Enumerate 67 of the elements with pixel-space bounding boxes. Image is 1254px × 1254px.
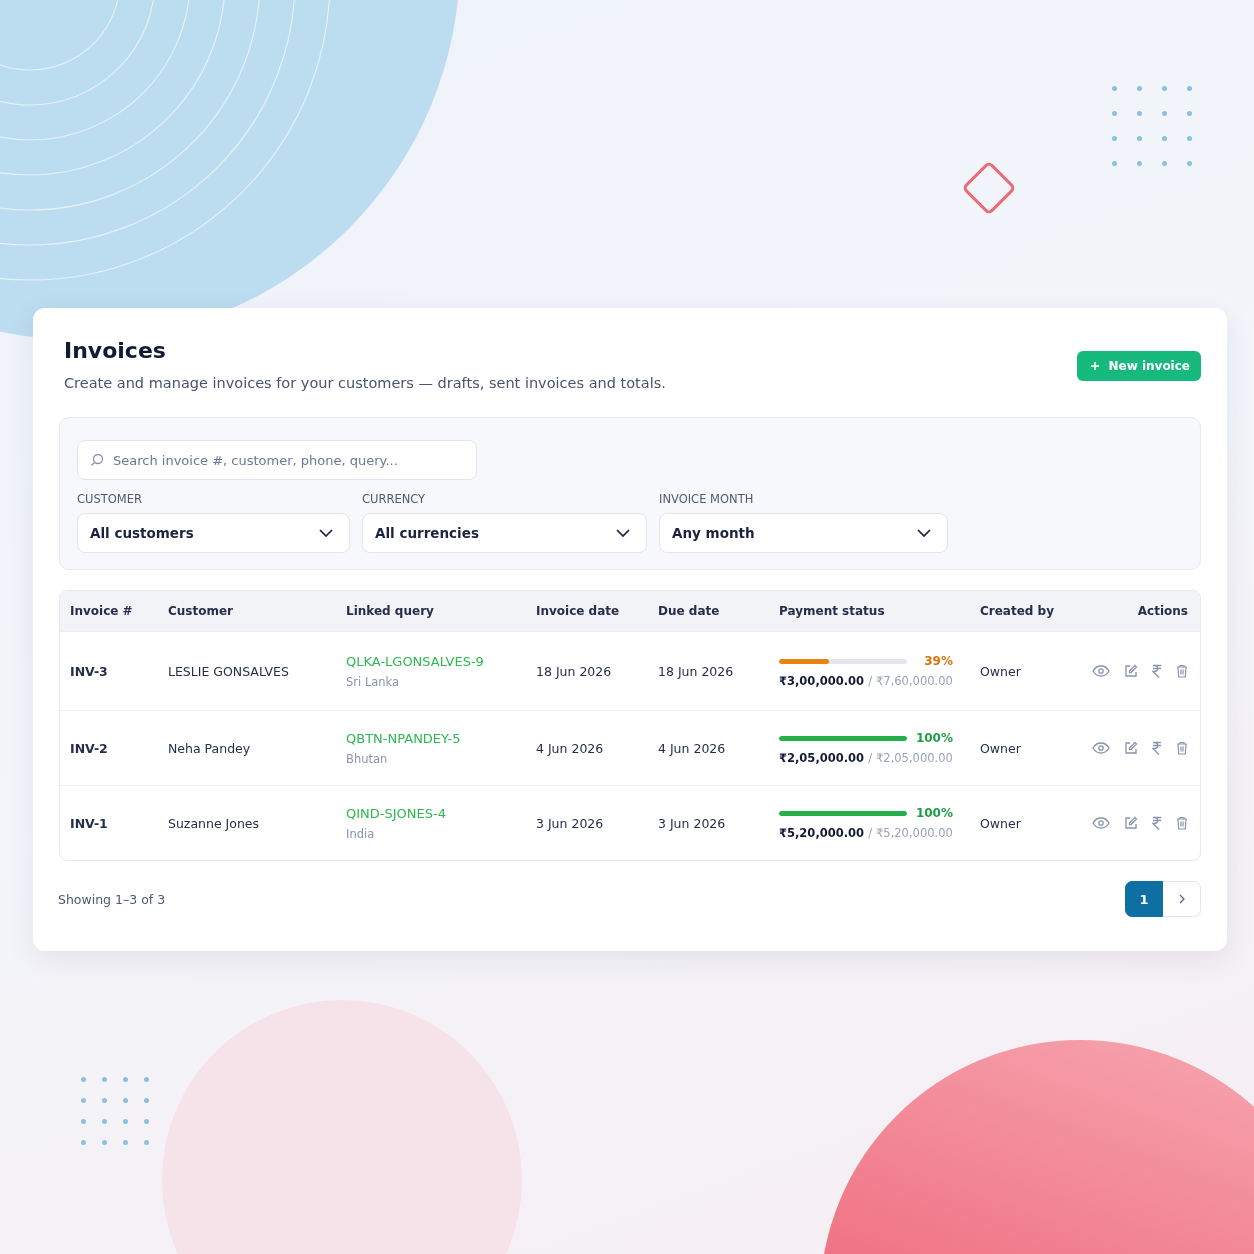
created-by: Owner <box>980 663 1022 679</box>
column-header: Invoice date <box>536 604 621 618</box>
page-button[interactable]: 1 <box>1125 881 1163 917</box>
results-count: Showing 1–3 of 3 <box>58 891 166 907</box>
edit-icon[interactable] <box>1124 664 1138 678</box>
view-icon[interactable] <box>1092 742 1110 754</box>
column-header: Payment status <box>779 604 886 618</box>
customer-name: Suzanne Jones <box>168 815 261 831</box>
amount-separator: / <box>868 826 872 840</box>
amount-separator: / <box>868 751 872 765</box>
invoice-number: INV-2 <box>70 740 109 756</box>
dot-grid-drawing <box>81 1077 149 1145</box>
total-amount: ₹5,20,000.00 <box>876 826 953 840</box>
search-field[interactable]: Search invoice #, customer, phone, query... <box>77 440 477 480</box>
edit-icon[interactable] <box>1124 741 1138 755</box>
plus-icon <box>1090 361 1101 371</box>
rupee-icon[interactable] <box>1152 741 1162 755</box>
customer-name: LESLIE GONSALVES <box>168 663 290 679</box>
filter-label: INVOICE MONTH <box>659 492 755 506</box>
payment-percent: 39% <box>924 654 953 668</box>
invoice-number: INV-3 <box>70 663 109 679</box>
due-date: 4 Jun 2026 <box>658 740 727 756</box>
filter-dropdown[interactable]: Any month <box>659 513 948 553</box>
country-text: Bhutan <box>346 751 389 766</box>
trash-icon[interactable] <box>1176 741 1188 755</box>
invoice-date: 4 Jun 2026 <box>536 740 605 756</box>
view-icon[interactable] <box>1092 665 1110 677</box>
column-header: Actions <box>1136 604 1188 618</box>
filter-label: CURRENCY <box>362 492 427 506</box>
rupee-icon[interactable] <box>1152 816 1162 830</box>
filter-dropdown[interactable]: All currencies <box>362 513 647 553</box>
total-amount: ₹2,05,000.00 <box>876 751 953 765</box>
paid-amount: ₹3,00,000.00 <box>779 674 865 688</box>
trash-icon[interactable] <box>1176 816 1188 830</box>
filter-dropdown[interactable]: All customers <box>77 513 350 553</box>
column-header: Invoice # <box>70 604 134 618</box>
rupee-icon[interactable] <box>1152 664 1162 678</box>
chevron-down-icon <box>917 529 931 537</box>
paid-amount: ₹5,20,000.00 <box>779 826 865 840</box>
chevron-down-icon <box>616 529 630 537</box>
column-header: Customer <box>168 604 235 618</box>
country-text: Sri Lanka <box>346 674 401 689</box>
column-header: Created by <box>980 604 1055 618</box>
invoice-number: INV-1 <box>70 815 109 831</box>
customer-name: Neha Pandey <box>168 740 252 756</box>
amount-separator: / <box>868 674 872 688</box>
invoice-date: 18 Jun 2026 <box>536 663 613 679</box>
filter-label: CUSTOMER <box>77 492 143 506</box>
page-title: Invoices <box>64 338 167 363</box>
page-subtitle: Create and manage invoices for your customers — drafts, sent invoices and totals. <box>64 375 666 391</box>
payment-percent: 100% <box>915 806 953 820</box>
trash-icon[interactable] <box>1176 664 1188 678</box>
invoice-date: 3 Jun 2026 <box>536 815 605 831</box>
created-by: Owner <box>980 815 1022 831</box>
chevron-right-icon <box>1178 894 1185 904</box>
created-by: Owner <box>980 740 1022 756</box>
paid-amount: ₹2,05,000.00 <box>779 751 865 765</box>
due-date: 18 Jun 2026 <box>658 663 735 679</box>
view-icon[interactable] <box>1092 817 1110 829</box>
edit-icon[interactable] <box>1124 816 1138 830</box>
payment-percent: 100% <box>915 731 953 745</box>
due-date: 3 Jun 2026 <box>658 815 727 831</box>
chevron-down-icon <box>319 529 333 537</box>
total-amount: ₹7,60,000.00 <box>876 674 953 688</box>
column-header: Due date <box>658 604 721 618</box>
column-header: Linked query <box>346 604 435 618</box>
country-text: India <box>346 826 376 841</box>
